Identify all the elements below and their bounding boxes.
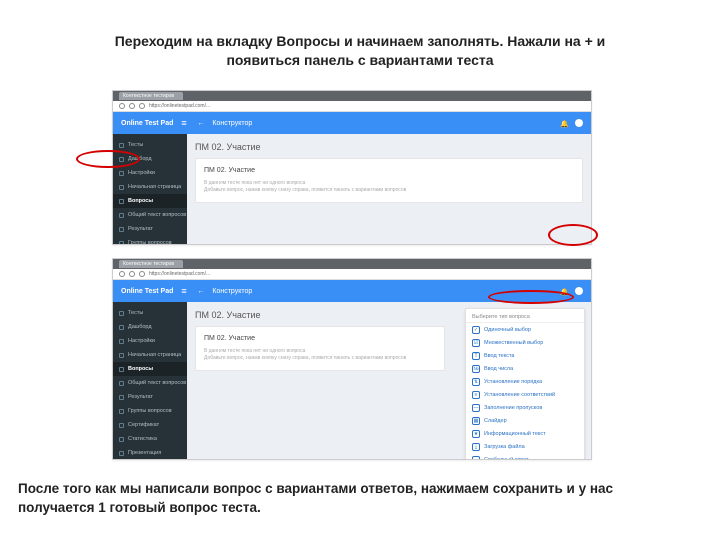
page-title: ПМ 02. Участие bbox=[195, 142, 583, 152]
bell-icon[interactable] bbox=[560, 120, 567, 127]
main-area: ПМ 02. Участие ПМ 02. Участие В данном т… bbox=[187, 302, 591, 460]
variant-item[interactable]: …Свободный ответ bbox=[466, 453, 584, 460]
brand-label: Online Test Pad bbox=[121, 288, 173, 295]
sidebar-item-startpage[interactable]: Начальная страница bbox=[113, 180, 187, 194]
sidebar-item-groups[interactable]: Группы вопросов bbox=[113, 404, 187, 418]
sidebar-item-result[interactable]: Результат bbox=[113, 390, 187, 404]
url-field[interactable]: https://onlinetestpad.com/... bbox=[149, 103, 585, 109]
number-icon: № bbox=[472, 365, 480, 373]
back-arrow[interactable]: ← bbox=[197, 120, 204, 127]
upload-icon: ⤓ bbox=[472, 443, 480, 451]
sidebar-item-groups[interactable]: Группы вопросов bbox=[113, 236, 187, 245]
reload-icon[interactable] bbox=[139, 103, 145, 109]
brand-label: Online Test Pad bbox=[121, 120, 173, 127]
sidebar-item-result[interactable]: Результат bbox=[113, 222, 187, 236]
hamburger-icon[interactable] bbox=[181, 119, 189, 127]
question-type-panel: Выберите тип вопроса ✓Одиночный выбор ☑М… bbox=[465, 308, 585, 460]
sidebar-item-commontext[interactable]: Общий текст вопросов bbox=[113, 208, 187, 222]
sidebar-item-tests[interactable]: Тесты bbox=[113, 138, 187, 152]
text-icon: T bbox=[472, 352, 480, 360]
instruction-heading: Переходим на вкладку Вопросы и начинаем … bbox=[80, 32, 640, 70]
gapfill-icon: — bbox=[472, 404, 480, 412]
browser-tabbar: Контекстное тестиров bbox=[113, 91, 591, 101]
main-area: ПМ 02. Участие ПМ 02. Участие В данном т… bbox=[187, 134, 591, 245]
variant-item[interactable]: ⇅Установление порядка bbox=[466, 375, 584, 388]
screenshot-1: Контекстное тестиров https://onlinetestp… bbox=[112, 90, 592, 245]
app-topbar: Online Test Pad ← Конструктор bbox=[113, 112, 591, 134]
variant-item[interactable]: ★Информационный текст bbox=[466, 427, 584, 440]
browser-addressbar: https://onlinetestpad.com/... bbox=[113, 101, 591, 112]
variant-item[interactable]: ✓Одиночный выбор bbox=[466, 323, 584, 336]
variant-item[interactable]: ▦Слайдер bbox=[466, 414, 584, 427]
variant-item[interactable]: —Заполнение пропусков bbox=[466, 401, 584, 414]
card-line: В данном тесте пока нет ни одного вопрос… bbox=[204, 348, 436, 355]
avatar[interactable] bbox=[575, 287, 583, 295]
browser-addressbar: https://onlinetestpad.com/... bbox=[113, 269, 591, 280]
app-topbar: Online Test Pad ← Конструктор bbox=[113, 280, 591, 302]
sidebar-item-dashboard[interactable]: Дашборд bbox=[113, 152, 187, 166]
sidebar-item-commontext[interactable]: Общий текст вопросов bbox=[113, 376, 187, 390]
back-arrow[interactable]: ← bbox=[197, 288, 204, 295]
browser-tab[interactable]: Контекстное тестиров bbox=[119, 260, 183, 268]
radio-icon: ✓ bbox=[472, 326, 480, 334]
match-icon: ≡ bbox=[472, 391, 480, 399]
browser-tab[interactable]: Контекстное тестиров bbox=[119, 92, 183, 100]
sidebar-item-tests[interactable]: Тесты bbox=[113, 306, 187, 320]
variant-item[interactable]: ≡Установление соответствий bbox=[466, 388, 584, 401]
variant-item[interactable]: №Ввод числа bbox=[466, 362, 584, 375]
sidebar-item-startpage[interactable]: Начальная страница bbox=[113, 348, 187, 362]
forward-icon[interactable] bbox=[129, 103, 135, 109]
sidebar-item-dashboard[interactable]: Дашборд bbox=[113, 320, 187, 334]
variant-item[interactable]: ⤓Загрузка файла bbox=[466, 440, 584, 453]
sidebar: Тесты Дашборд Настройки Начальная страни… bbox=[113, 302, 187, 460]
back-icon[interactable] bbox=[119, 103, 125, 109]
card-title: ПМ 02. Участие bbox=[204, 167, 574, 174]
sidebar: Тесты Дашборд Настройки Начальная страни… bbox=[113, 134, 187, 245]
card-line: Добавьте вопрос, нажав кнопку снизу спра… bbox=[204, 187, 574, 194]
sidebar-item-present[interactable]: Презентация bbox=[113, 446, 187, 460]
free-icon: … bbox=[472, 456, 480, 461]
back-icon[interactable] bbox=[119, 271, 125, 277]
bell-icon[interactable] bbox=[560, 288, 567, 295]
screenshot-2: Контекстное тестиров https://onlinetestp… bbox=[112, 258, 592, 460]
instruction-bottom: После того как мы написали вопрос с вари… bbox=[18, 480, 690, 518]
sidebar-item-cert[interactable]: Сертификат bbox=[113, 418, 187, 432]
hamburger-icon[interactable] bbox=[181, 287, 189, 295]
card-line: В данном тесте пока нет ни одного вопрос… bbox=[204, 180, 574, 187]
order-icon: ⇅ bbox=[472, 378, 480, 386]
forward-icon[interactable] bbox=[129, 271, 135, 277]
sidebar-item-settings[interactable]: Настройки bbox=[113, 334, 187, 348]
avatar[interactable] bbox=[575, 119, 583, 127]
card-title: ПМ 02. Участие bbox=[204, 335, 436, 342]
sidebar-item-settings[interactable]: Настройки bbox=[113, 166, 187, 180]
checkbox-icon: ☑ bbox=[472, 339, 480, 347]
browser-tabbar: Контекстное тестиров bbox=[113, 259, 591, 269]
breadcrumb: Конструктор bbox=[212, 120, 252, 127]
sidebar-item-stats[interactable]: Статистика bbox=[113, 432, 187, 446]
empty-card: ПМ 02. Участие В данном тесте пока нет н… bbox=[195, 326, 445, 371]
card-line: Добавьте вопрос, нажав кнопку снизу спра… bbox=[204, 355, 436, 362]
variant-item[interactable]: ☑Множественный выбор bbox=[466, 336, 584, 349]
variant-item[interactable]: TВвод текста bbox=[466, 349, 584, 362]
breadcrumb: Конструктор bbox=[212, 288, 252, 295]
empty-card: ПМ 02. Участие В данном тесте пока нет н… bbox=[195, 158, 583, 203]
info-icon: ★ bbox=[472, 430, 480, 438]
slider-icon: ▦ bbox=[472, 417, 480, 425]
url-field[interactable]: https://onlinetestpad.com/... bbox=[149, 271, 585, 277]
reload-icon[interactable] bbox=[139, 271, 145, 277]
panel-header: Выберите тип вопроса bbox=[466, 312, 584, 323]
sidebar-item-questions[interactable]: Вопросы bbox=[113, 362, 187, 376]
sidebar-item-questions[interactable]: Вопросы bbox=[113, 194, 187, 208]
